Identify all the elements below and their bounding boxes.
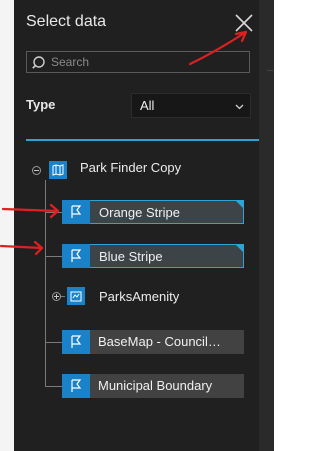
chevron-down-icon bbox=[235, 104, 244, 110]
tree-branch-line bbox=[45, 256, 62, 257]
tree-group-label[interactable]: ParksAmenity bbox=[99, 289, 179, 304]
tree-branch-line bbox=[61, 296, 65, 297]
search-box bbox=[26, 51, 250, 73]
tree-item-label: Municipal Boundary bbox=[98, 378, 213, 393]
tree-branch-line bbox=[45, 212, 62, 213]
tree-item-municipal-boundary[interactable]: Municipal Boundary bbox=[62, 374, 244, 398]
tree-item-basemap-council[interactable]: BaseMap - Council… bbox=[62, 330, 244, 354]
left-background bbox=[0, 0, 14, 451]
select-data-panel: Select data Type All Park Finde bbox=[14, 0, 259, 451]
close-icon bbox=[235, 14, 253, 32]
search-icon bbox=[32, 56, 45, 69]
group-layer-icon bbox=[67, 287, 85, 305]
tree-item-orange-stripe[interactable]: Orange Stripe bbox=[62, 200, 244, 224]
divider bbox=[26, 139, 259, 141]
map-icon bbox=[49, 161, 67, 179]
tree-branch-line bbox=[45, 386, 62, 387]
right-background bbox=[259, 0, 274, 451]
feature-layer-icon bbox=[62, 374, 90, 398]
panel-title: Select data bbox=[26, 13, 107, 30]
tree-branch-line bbox=[45, 342, 62, 343]
tree-item-blue-stripe[interactable]: Blue Stripe bbox=[62, 244, 244, 268]
selected-corner-marker bbox=[235, 244, 244, 253]
tree-item-label: BaseMap - Council… bbox=[98, 334, 221, 349]
feature-layer-icon bbox=[62, 200, 90, 224]
tree-item-label: Orange Stripe bbox=[99, 205, 180, 220]
expand-toggle[interactable] bbox=[52, 292, 61, 301]
selected-corner-marker bbox=[235, 200, 244, 209]
close-button[interactable] bbox=[233, 12, 255, 34]
tree-item-label: Blue Stripe bbox=[99, 249, 163, 264]
tree-trunk-line bbox=[45, 180, 46, 386]
type-select[interactable]: All bbox=[131, 93, 251, 118]
search-input[interactable] bbox=[51, 53, 241, 71]
feature-layer-icon bbox=[62, 244, 90, 268]
feature-layer-icon bbox=[62, 330, 90, 354]
type-label: Type bbox=[26, 97, 56, 112]
type-select-value: All bbox=[140, 98, 155, 113]
collapse-toggle[interactable] bbox=[32, 166, 41, 175]
tree-root-label[interactable]: Park Finder Copy bbox=[80, 160, 181, 175]
